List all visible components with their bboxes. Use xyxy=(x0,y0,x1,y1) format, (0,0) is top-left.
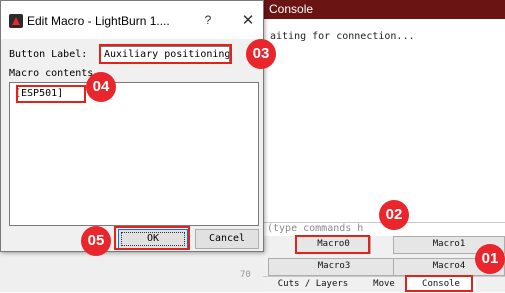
badge-04: 04 xyxy=(86,72,116,102)
badge-02: 02 xyxy=(379,200,409,230)
button-label-caption: Button Label: xyxy=(9,49,88,60)
lightburn-app-icon xyxy=(9,14,23,28)
badge-01: 01 xyxy=(475,244,505,274)
close-icon[interactable]: ✕ xyxy=(239,11,257,29)
badge-05: 05 xyxy=(81,226,111,256)
help-button[interactable]: ? xyxy=(199,13,217,29)
console-panel-title: Console xyxy=(263,0,505,19)
highlight-macro0-button xyxy=(295,235,370,254)
console-output: aiting for connection... xyxy=(263,19,505,226)
highlight-macro-contents xyxy=(16,85,86,103)
macro-contents-caption: Macro contents xyxy=(9,68,94,79)
badge-03: 03 xyxy=(246,39,276,69)
highlight-console-tab xyxy=(405,275,473,292)
dialog-title: Edit Macro - LightBurn 1.... xyxy=(27,14,170,28)
highlight-button-label xyxy=(99,44,232,64)
macro-contents-textarea[interactable]: [ESP501] xyxy=(9,82,259,226)
highlight-ok-button xyxy=(114,226,190,250)
macro3-button[interactable]: Macro3 xyxy=(268,258,400,276)
tab-cuts-layers[interactable]: Cuts / Layers xyxy=(263,277,363,293)
workspace-strip xyxy=(0,252,263,292)
tab-move[interactable]: Move xyxy=(366,277,402,293)
ruler-value: 70 xyxy=(240,270,251,280)
cancel-button[interactable]: Cancel xyxy=(195,229,259,249)
edit-macro-dialog: Edit Macro - LightBurn 1.... ? ✕ Button … xyxy=(0,0,264,252)
